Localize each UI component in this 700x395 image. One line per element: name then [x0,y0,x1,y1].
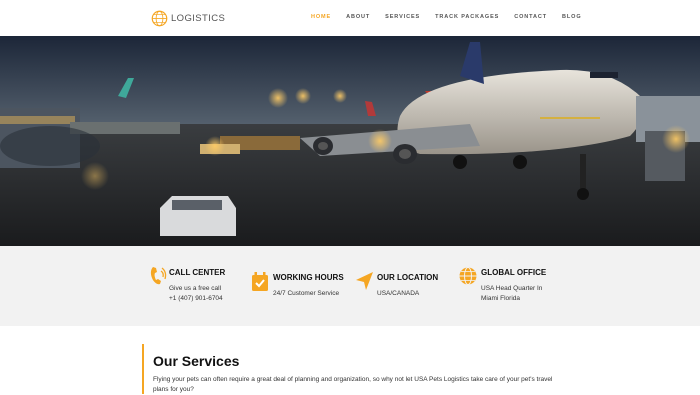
airport-airplane-image [0,36,700,246]
logo-text: LOGISTICS [171,13,226,24]
info-title: OUR LOCATION [377,273,439,282]
nav-about[interactable]: ABOUT [346,14,370,20]
info-line: 24/7 Customer Service [273,290,340,297]
location-arrow-icon [356,272,373,290]
logo-globe-icon [151,10,168,27]
info-title: CALL CENTER [169,268,226,277]
services-section: Our Services Flying your pets can often … [142,344,564,394]
nav-contact[interactable]: CONTACT [514,14,547,20]
nav-services[interactable]: SERVICES [385,14,420,20]
info-line: Give us a free call [169,285,222,292]
hero-banner [0,36,700,246]
nav-blog[interactable]: BLOG [562,14,582,20]
logo[interactable]: LOGISTICS [151,10,225,27]
site-header: LOGISTICS HOME ABOUT SERVICES TRACK PACK… [0,0,700,36]
info-phone-number[interactable]: +1 (407) 901-6704 [169,295,223,302]
services-description: Flying your pets can often require a gre… [153,376,553,393]
nav-track-packages[interactable]: TRACK PACKAGES [435,14,499,20]
info-title: GLOBAL OFFICE [481,268,547,277]
globe-icon [459,267,477,285]
info-line: USA Head Quarter In [481,285,543,292]
info-line: Miami Florida [481,295,521,302]
info-title: WORKING HOURS [273,273,344,282]
services-title: Our Services [153,353,240,369]
calendar-check-icon [252,272,268,291]
info-strip: CALL CENTER Give us a free call +1 (407)… [0,246,700,326]
nav-home[interactable]: HOME [311,14,331,20]
info-line: USA/CANADA [377,290,420,297]
main-nav: HOME ABOUT SERVICES TRACK PACKAGES CONTA… [311,14,597,20]
phone-icon [150,267,167,285]
